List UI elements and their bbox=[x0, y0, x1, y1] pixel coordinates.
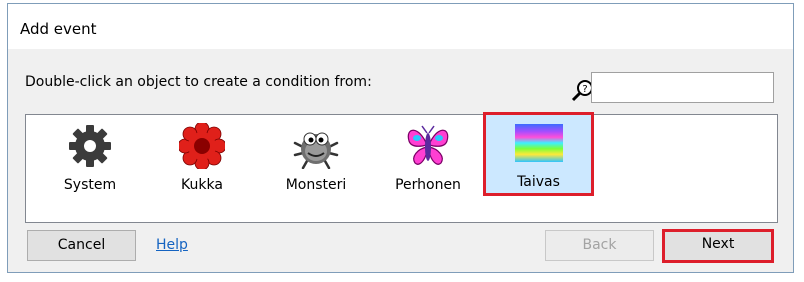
search-input[interactable] bbox=[591, 72, 774, 103]
gear-icon bbox=[69, 125, 111, 167]
object-label: Taivas bbox=[517, 174, 560, 190]
instruction-text: Double-click an object to create a condi… bbox=[25, 74, 372, 90]
cancel-button[interactable]: Cancel bbox=[27, 230, 136, 261]
object-label: System bbox=[63, 177, 117, 193]
object-monsteri[interactable]: Monsteri bbox=[266, 115, 366, 215]
object-taivas[interactable]: Taivas bbox=[483, 112, 594, 196]
object-label: Perhonen bbox=[395, 177, 461, 193]
object-perhonen[interactable]: Perhonen bbox=[378, 115, 478, 215]
svg-text:?: ? bbox=[582, 84, 587, 95]
monster-icon bbox=[293, 132, 339, 169]
back-button[interactable]: Back bbox=[545, 230, 654, 261]
add-event-dialog: Add event Double-click an object to crea… bbox=[7, 3, 794, 273]
object-list: System Kukka Monsteri Perhonen Taivas bbox=[25, 112, 778, 223]
object-label: Monsteri bbox=[285, 177, 347, 193]
flower-icon bbox=[179, 123, 225, 169]
object-system[interactable]: System bbox=[40, 115, 140, 215]
butterfly-icon bbox=[407, 125, 449, 165]
object-kukka[interactable]: Kukka bbox=[152, 115, 252, 215]
title-bar: Add event bbox=[8, 4, 793, 49]
help-link[interactable]: Help bbox=[156, 237, 188, 253]
next-button[interactable]: Next bbox=[662, 229, 774, 263]
object-label: Kukka bbox=[181, 177, 223, 193]
dialog-title: Add event bbox=[20, 20, 97, 38]
sky-icon bbox=[514, 124, 563, 162]
